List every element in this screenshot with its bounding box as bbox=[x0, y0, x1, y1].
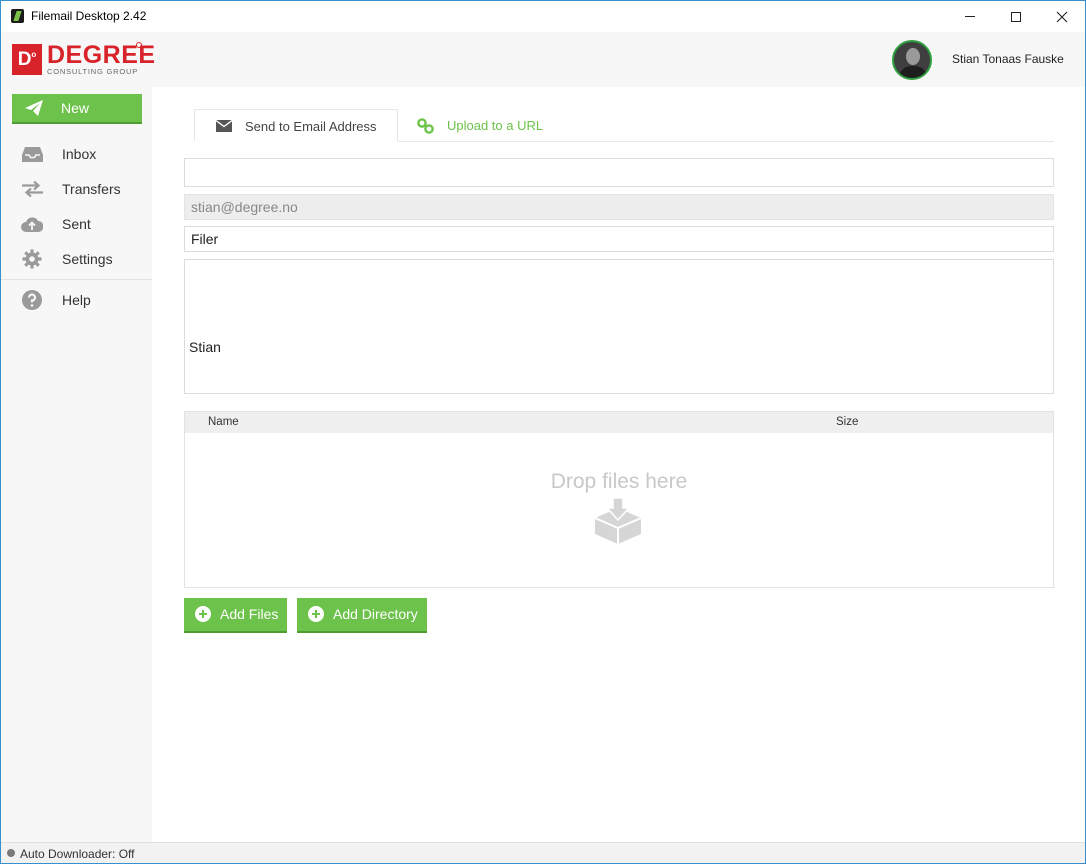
add-files-label: Add Files bbox=[220, 606, 279, 622]
user-avatar[interactable] bbox=[892, 40, 932, 80]
avatar-body bbox=[899, 66, 927, 78]
sidebar-item-label: Sent bbox=[62, 216, 91, 232]
company-logo-subtitle: CONSULTING GROUP bbox=[47, 67, 139, 76]
file-list-header: Name Size bbox=[185, 412, 1053, 433]
sidebar-item-label: Settings bbox=[62, 251, 113, 267]
send-mode-tabs: Send to Email Address Upload to a URL bbox=[194, 109, 1054, 142]
inbox-icon bbox=[21, 144, 43, 164]
add-directory-button[interactable]: Add Directory bbox=[297, 598, 427, 633]
sidebar-item-help[interactable]: Help bbox=[1, 283, 152, 317]
sidebar-item-sent[interactable]: Sent bbox=[1, 207, 152, 241]
auto-downloader-status[interactable]: Auto Downloader: Off bbox=[20, 847, 135, 861]
sidebar-item-label: Inbox bbox=[62, 146, 97, 162]
sidebar-item-label: Transfers bbox=[62, 181, 121, 197]
app-window: Filemail Desktop 2.42 Do DEGREE CONSULTI… bbox=[0, 0, 1086, 864]
recipient-email-field[interactable] bbox=[184, 158, 1054, 187]
column-header-name[interactable]: Name bbox=[208, 416, 239, 428]
status-bar: Auto Downloader: Off bbox=[1, 842, 1085, 863]
tab-upload-to-url[interactable]: Upload to a URL bbox=[414, 109, 574, 142]
maximize-button[interactable] bbox=[993, 1, 1039, 32]
close-button[interactable] bbox=[1039, 1, 1085, 32]
file-drop-zone[interactable]: Name Size Drop files here bbox=[184, 411, 1054, 588]
window-title: Filemail Desktop 2.42 bbox=[31, 9, 147, 23]
tab-label: Send to Email Address bbox=[245, 119, 377, 134]
status-indicator-icon bbox=[7, 849, 15, 857]
drop-box-icon bbox=[594, 497, 642, 544]
drop-files-text: Drop files here bbox=[550, 470, 688, 493]
minimize-button[interactable] bbox=[947, 1, 993, 32]
gear-icon bbox=[21, 249, 43, 269]
link-icon bbox=[417, 118, 434, 134]
message-field[interactable]: Stian bbox=[184, 259, 1054, 394]
add-files-button[interactable]: Add Files bbox=[184, 598, 287, 633]
title-bar: Filemail Desktop 2.42 bbox=[1, 1, 1085, 32]
sidebar-item-label: Help bbox=[62, 292, 91, 308]
plus-circle-icon bbox=[308, 606, 324, 622]
cloud-upload-icon bbox=[21, 214, 43, 234]
plus-circle-icon bbox=[195, 606, 211, 622]
minimize-icon bbox=[965, 16, 975, 17]
tab-label: Upload to a URL bbox=[447, 118, 544, 133]
registered-mark-icon bbox=[136, 42, 142, 48]
avatar-head bbox=[906, 48, 920, 65]
app-header: Do DEGREE CONSULTING GROUP Stian Tonaas … bbox=[1, 32, 1085, 87]
filemail-app-icon bbox=[11, 9, 24, 23]
envelope-icon bbox=[216, 120, 232, 132]
paper-plane-icon bbox=[25, 100, 43, 116]
new-button[interactable]: New bbox=[12, 94, 142, 124]
sender-email-field: stian@degree.no bbox=[184, 194, 1054, 220]
help-icon bbox=[21, 290, 43, 310]
degree-logo-mark: Do bbox=[12, 44, 42, 75]
sidebar-item-transfers[interactable]: Transfers bbox=[1, 172, 152, 206]
column-header-size[interactable]: Size bbox=[836, 416, 858, 428]
tab-send-to-email[interactable]: Send to Email Address bbox=[194, 109, 398, 142]
sidebar-item-inbox[interactable]: Inbox bbox=[1, 137, 152, 171]
transfers-icon bbox=[21, 179, 43, 199]
user-name[interactable]: Stian Tonaas Fauske bbox=[952, 52, 1064, 66]
add-directory-label: Add Directory bbox=[333, 606, 418, 622]
new-button-label: New bbox=[61, 100, 90, 116]
subject-field[interactable]: Filer bbox=[184, 226, 1054, 252]
sidebar: New Inbox Transfers Sent Settings Help bbox=[1, 87, 152, 842]
sidebar-divider bbox=[1, 279, 152, 280]
sidebar-item-settings[interactable]: Settings bbox=[1, 242, 152, 276]
maximize-icon bbox=[1011, 11, 1021, 22]
close-icon bbox=[1056, 11, 1068, 22]
